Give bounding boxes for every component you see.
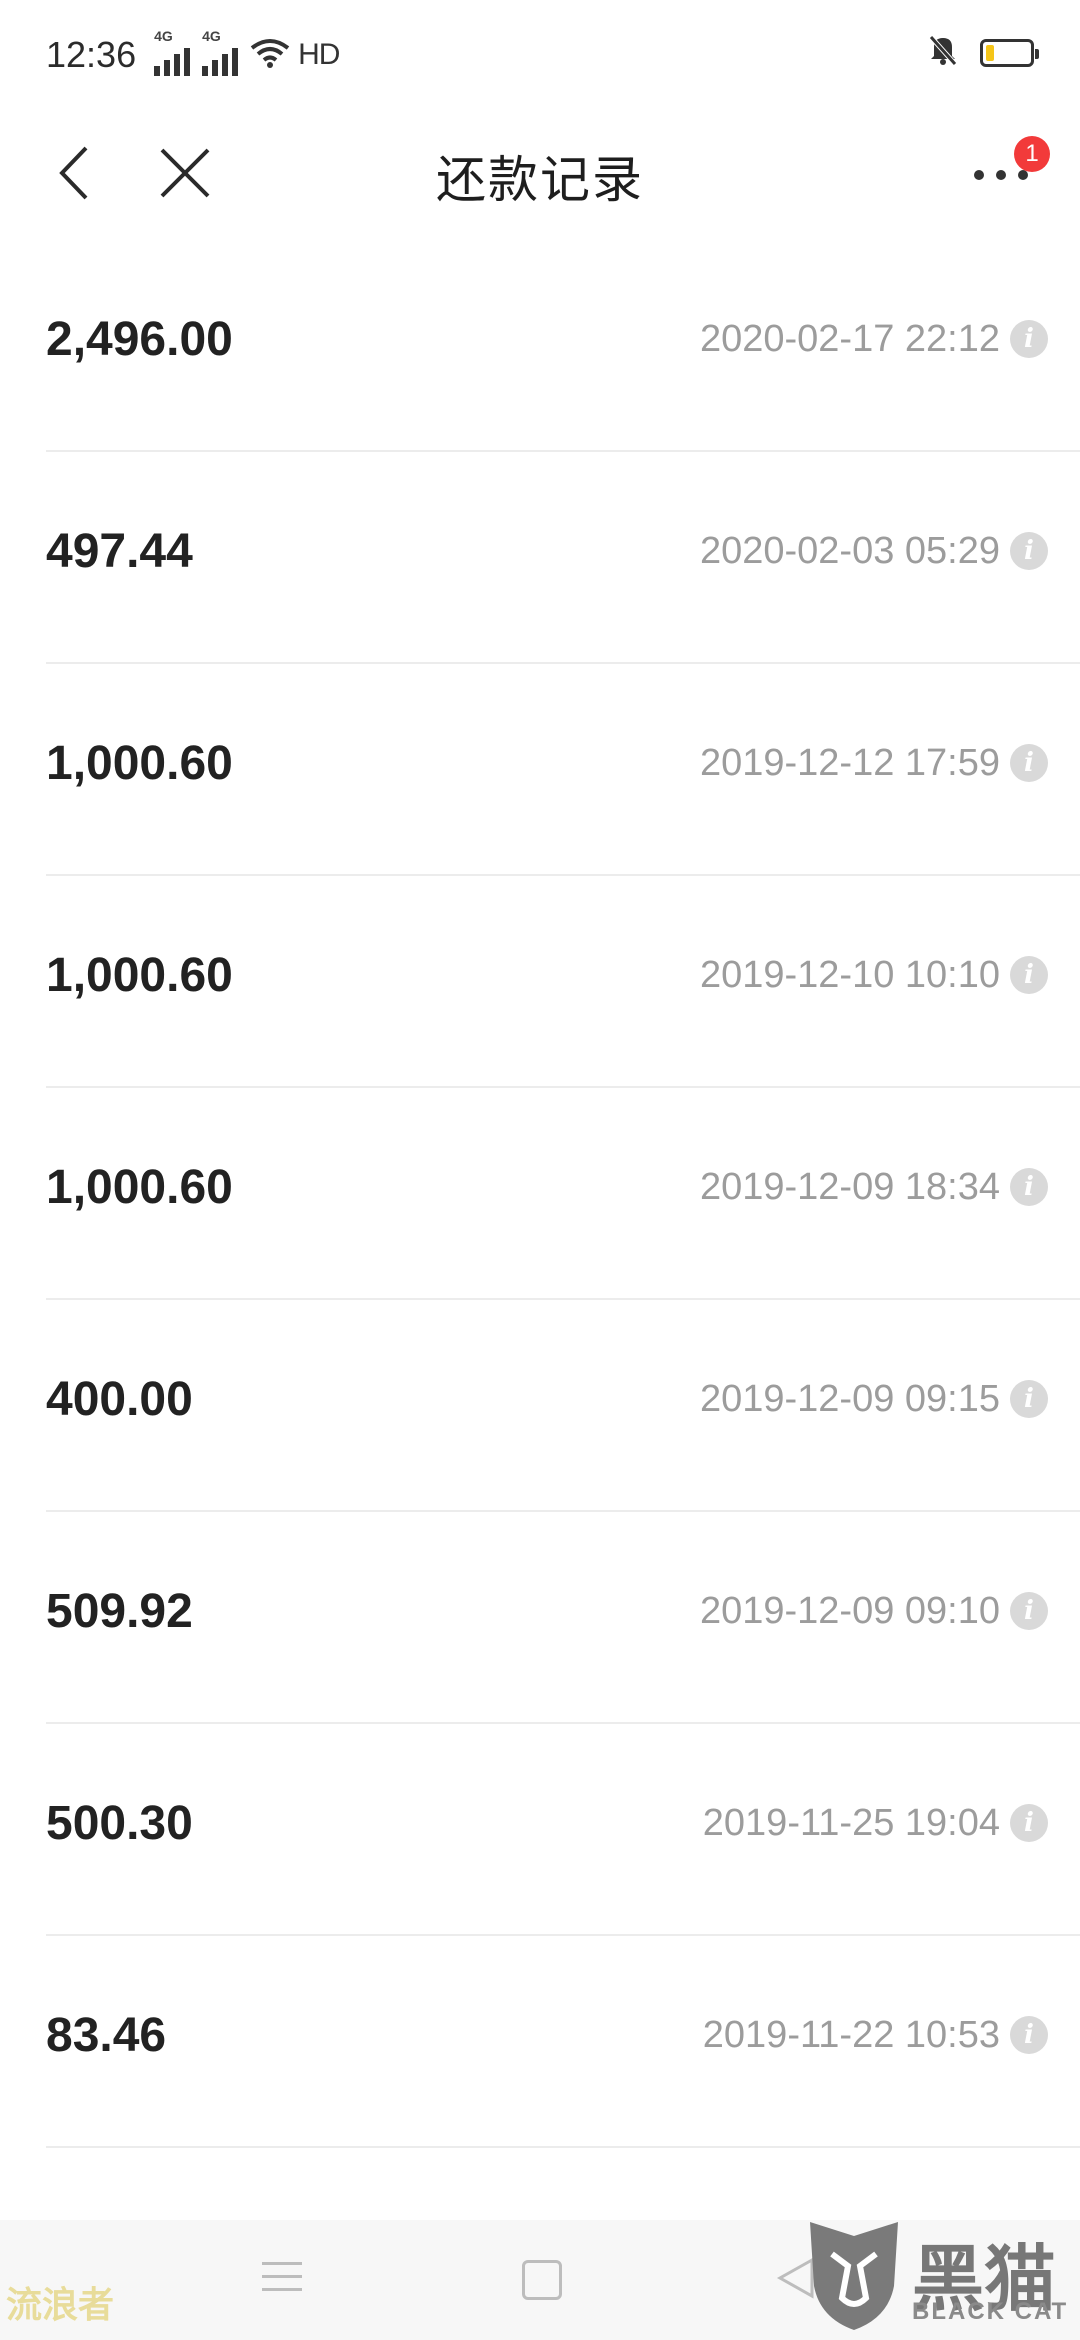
- watermark-brand-en: BLACK CAT: [912, 2298, 1069, 2325]
- info-icon[interactable]: i: [1010, 1592, 1048, 1630]
- record-row[interactable]: 500.30 2019-11-25 19:04 i: [46, 1724, 1080, 1936]
- record-time: 2019-12-09 09:10: [699, 1590, 1000, 1632]
- record-row[interactable]: 1,000.60 2019-12-12 17:59 i: [46, 664, 1080, 876]
- home-icon[interactable]: [522, 2260, 562, 2300]
- more-menu-button[interactable]: 1: [964, 136, 1050, 210]
- record-amount: 509.92: [46, 1585, 193, 1638]
- record-row[interactable]: 497.44 2020-02-03 05:29 i: [46, 452, 1080, 664]
- record-amount: 1,000.60: [46, 1161, 233, 1214]
- info-icon[interactable]: i: [1010, 320, 1048, 358]
- info-icon[interactable]: i: [1010, 1804, 1048, 1842]
- wifi-icon: [250, 38, 290, 73]
- system-nav-bar: 流浪者 黑猫 BLACK CAT: [0, 2220, 1080, 2340]
- record-row[interactable]: 1,000.60 2019-12-09 18:34 i: [46, 1088, 1080, 1300]
- signal-label: 4G: [154, 28, 173, 44]
- record-time: 2019-11-22 10:53: [702, 2014, 1000, 2056]
- record-time: 2019-12-09 18:34: [699, 1166, 1000, 1208]
- info-icon[interactable]: i: [1010, 1168, 1048, 1206]
- repayment-record-list: 2,496.00 2020-02-17 22:12 i 497.44 2020-…: [46, 240, 1080, 2148]
- record-amount: 497.44: [46, 525, 193, 578]
- record-row[interactable]: 1,000.60 2019-12-10 10:10 i: [46, 876, 1080, 1088]
- page-title: 还款记录: [436, 152, 644, 208]
- notification-badge: 1: [1014, 136, 1050, 172]
- info-icon[interactable]: i: [1010, 744, 1048, 782]
- title-bar: 还款记录 1: [0, 110, 1080, 240]
- record-time: 2020-02-17 22:12: [699, 318, 1000, 360]
- mute-bell-icon: [928, 34, 958, 71]
- info-icon[interactable]: i: [1010, 2016, 1048, 2054]
- record-row[interactable]: 400.00 2019-12-09 09:15 i: [46, 1300, 1080, 1512]
- more-icon: [974, 170, 1028, 180]
- record-row[interactable]: 509.92 2019-12-09 09:10 i: [46, 1512, 1080, 1724]
- black-cat-logo-icon: [810, 2222, 898, 2330]
- record-row[interactable]: 83.46 2019-11-22 10:53 i: [46, 1936, 1080, 2148]
- record-amount: 2,496.00: [46, 313, 233, 366]
- signal-label: 4G: [202, 28, 221, 44]
- record-amount: 83.46: [46, 2009, 167, 2062]
- record-amount: 400.00: [46, 1373, 193, 1426]
- record-time: 2019-12-10 10:10: [699, 954, 1000, 996]
- signal-icon: 4G: [202, 28, 239, 76]
- hd-label: HD: [298, 38, 340, 71]
- info-icon[interactable]: i: [1010, 532, 1048, 570]
- recent-apps-icon[interactable]: [262, 2262, 302, 2301]
- status-time: 12:36: [46, 34, 137, 75]
- signal-icon: 4G: [154, 28, 191, 76]
- watermark-logo: 黑猫 BLACK CAT: [802, 2214, 1072, 2334]
- status-bar: 12:36 4G 4G HD: [0, 0, 1080, 110]
- info-icon[interactable]: i: [1010, 1380, 1048, 1418]
- record-time: 2019-12-12 17:59: [699, 742, 1000, 784]
- record-time: 2020-02-03 05:29: [699, 530, 1000, 572]
- info-icon[interactable]: i: [1010, 956, 1048, 994]
- record-time: 2019-12-09 09:15: [699, 1378, 1000, 1420]
- battery-icon: [980, 38, 1039, 67]
- record-amount: 1,000.60: [46, 949, 233, 1002]
- record-row[interactable]: 2,496.00 2020-02-17 22:12 i: [46, 240, 1080, 452]
- record-amount: 1,000.60: [46, 737, 233, 790]
- record-amount: 500.30: [46, 1797, 193, 1850]
- record-time: 2019-11-25 19:04: [702, 1802, 1000, 1844]
- watermark-text: 流浪者: [6, 2284, 115, 2325]
